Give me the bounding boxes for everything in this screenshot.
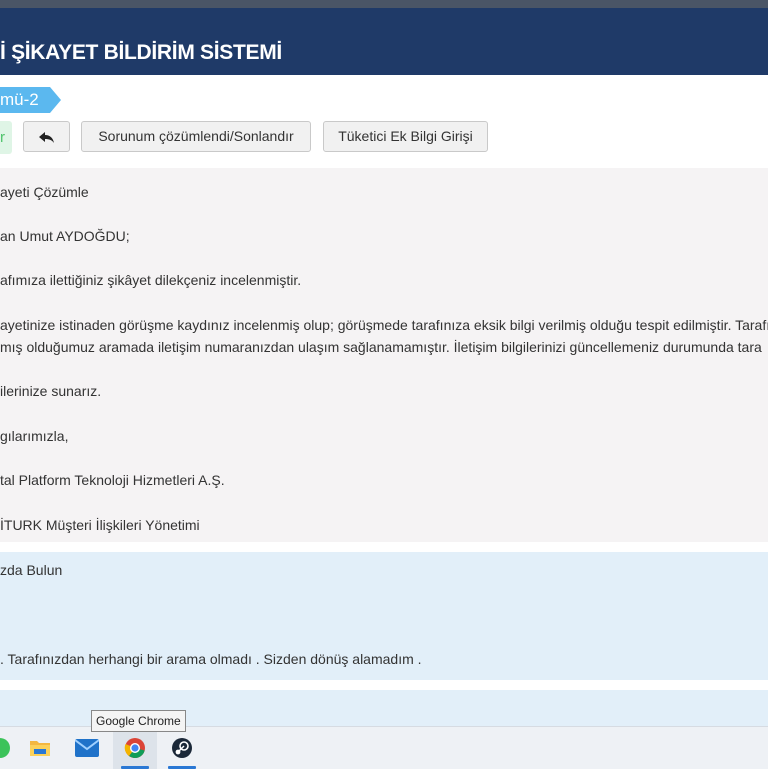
- reply-arrow-icon: [38, 131, 54, 143]
- taskbar-app-mail[interactable]: [65, 727, 109, 769]
- taskbar: [0, 726, 768, 769]
- message-line: gılarımızla,: [0, 428, 69, 444]
- company-response-panel: ayeti Çözümle an Umut AYDOĞDU; afımıza i…: [0, 168, 768, 542]
- taskbar-app-steam[interactable]: [160, 727, 204, 769]
- file-explorer-icon: [30, 741, 50, 756]
- message-line: afımıza ilettiğiniz şikâyet dilekçeniz i…: [0, 272, 302, 288]
- browser-top-strip: [0, 0, 768, 8]
- message-line: tal Platform Teknoloji Hizmetleri A.Ş.: [0, 472, 225, 488]
- taskbar-tooltip: Google Chrome: [91, 710, 186, 732]
- reply-text: . Tarafınızdan herhangi bir arama olmadı…: [0, 651, 422, 667]
- page-title: İ ŞİKAYET BİLDİRİM SİSTEMİ: [0, 41, 282, 64]
- taskbar-app-file-explorer[interactable]: [18, 727, 62, 769]
- message-line: mış olduğumuz aramada iletişim numaranız…: [0, 339, 762, 355]
- stage-label: mü-2: [0, 87, 50, 113]
- whatsapp-icon: [0, 738, 10, 758]
- page-header: İ ŞİKAYET BİLDİRİM SİSTEMİ: [0, 8, 768, 75]
- message-line: an Umut AYDOĞDU;: [0, 228, 130, 244]
- resolve-close-button[interactable]: Sorunum çözümlendi/Sonlandır: [81, 121, 311, 152]
- taskbar-app-chrome[interactable]: [113, 727, 157, 769]
- message-line: ilerinize sunarız.: [0, 383, 102, 399]
- steam-icon: [172, 738, 192, 758]
- extra-info-button[interactable]: Tüketici Ek Bilgi Girişi: [323, 121, 488, 152]
- back-button[interactable]: [23, 121, 70, 152]
- consumer-reply-panel: zda Bulun . Tarafınızdan herhangi bir ar…: [0, 552, 768, 680]
- stage-arrow-shape: [50, 87, 61, 113]
- mail-icon: [75, 739, 99, 757]
- message-line: İTURK Müşteri İlişkileri Yönetimi: [0, 517, 200, 533]
- reply-title: zda Bulun: [0, 562, 63, 578]
- message-line: ayetinize istinaden görüşme kaydınız inc…: [0, 317, 768, 333]
- chrome-icon: [124, 738, 145, 759]
- status-button-partial[interactable]: r: [0, 121, 12, 154]
- message-line: ayeti Çözümle: [0, 184, 89, 200]
